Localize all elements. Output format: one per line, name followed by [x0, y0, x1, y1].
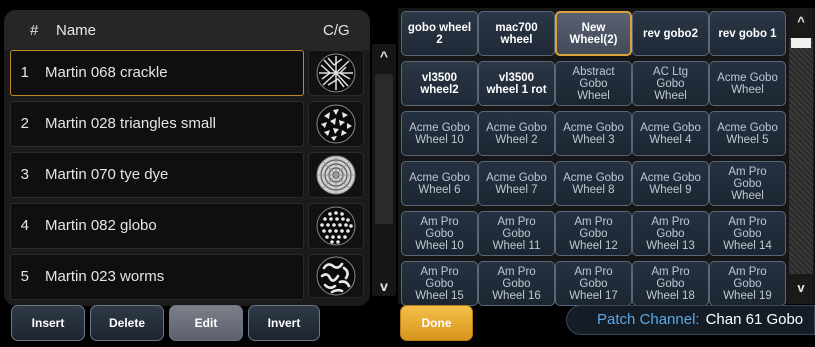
list-header: # Name C/G — [4, 10, 370, 50]
insert-button[interactable]: Insert — [11, 305, 85, 341]
wheel-button[interactable]: vl3500 wheel 1 rot — [478, 61, 555, 106]
list-row-1[interactable]: 1 Martin 068 crackle — [10, 50, 304, 96]
wheel-button[interactable]: rev gobo 1 — [709, 11, 786, 56]
row-number: 3 — [20, 166, 29, 183]
list-scrollbar[interactable]: ^ v — [372, 44, 396, 296]
scroll-up-icon[interactable]: ^ — [372, 48, 396, 64]
wheel-button[interactable]: AC Ltg Gobo Wheel — [632, 61, 709, 106]
patch-channel-value: Chan 61 Gobo — [705, 311, 804, 328]
wheel-button[interactable]: Am Pro Gobo Wheel 11 — [478, 211, 555, 256]
list-row-4[interactable]: 4 Martin 082 globo — [10, 203, 304, 249]
row-name: Martin 028 triangles small — [45, 115, 216, 132]
wheel-button[interactable]: Abstract Gobo Wheel — [555, 61, 632, 106]
row-number: 2 — [20, 115, 29, 132]
wheel-button[interactable]: New Wheel(2) — [555, 11, 632, 56]
wheel-button[interactable]: Am Pro Gobo Wheel 18 — [632, 261, 709, 306]
list-row-2[interactable]: 2 Martin 028 triangles small — [10, 101, 304, 147]
wheel-button[interactable]: Am Pro Gobo Wheel 14 — [709, 211, 786, 256]
row-name: Martin 082 globo — [45, 217, 157, 234]
wheel-button[interactable]: mac700 wheel — [478, 11, 555, 56]
invert-button[interactable]: Invert — [248, 305, 320, 341]
wheel-button[interactable]: Am Pro Gobo Wheel 16 — [478, 261, 555, 306]
wheel-button[interactable]: Acme Gobo Wheel 4 — [632, 111, 709, 156]
scroll-down-icon[interactable]: v — [372, 278, 396, 294]
scroll-thumb[interactable] — [375, 74, 393, 224]
wheel-button[interactable]: Acme Gobo Wheel 9 — [632, 161, 709, 206]
patch-channel-label: Patch Channel: — [597, 311, 700, 328]
edit-button[interactable]: Edit — [169, 305, 243, 341]
wheel-button[interactable]: Acme Gobo Wheel 10 — [401, 111, 478, 156]
list-row-3[interactable]: 3 Martin 070 tye dye — [10, 152, 304, 198]
row-number: 5 — [20, 268, 29, 285]
wheel-button[interactable]: Am Pro Gobo Wheel 19 — [709, 261, 786, 306]
list-row-5[interactable]: 5 Martin 023 worms — [10, 254, 304, 300]
wheel-button[interactable]: Am Pro Gobo Wheel — [709, 161, 786, 206]
wheel-button[interactable]: Am Pro Gobo Wheel 15 — [401, 261, 478, 306]
wheel-button[interactable]: Am Pro Gobo Wheel 12 — [555, 211, 632, 256]
wheel-button[interactable]: Acme Gobo Wheel 2 — [478, 111, 555, 156]
row-number: 1 — [20, 64, 29, 81]
wheel-button[interactable]: Acme Gobo Wheel 8 — [555, 161, 632, 206]
row-number: 4 — [20, 217, 29, 234]
grid-scroll-thumb[interactable] — [791, 38, 811, 48]
row-name: Martin 070 tye dye — [45, 166, 169, 183]
wheel-button[interactable]: Am Pro Gobo Wheel 17 — [555, 261, 632, 306]
wheel-button[interactable]: Acme Gobo Wheel 3 — [555, 111, 632, 156]
wheel-button[interactable]: vl3500 wheel2 — [401, 61, 478, 106]
done-button[interactable]: Done — [400, 305, 473, 341]
wheel-button[interactable]: gobo wheel 2 — [401, 11, 478, 56]
globo-gobo-icon[interactable] — [308, 203, 364, 249]
wheel-button[interactable]: Acme Gobo Wheel 5 — [709, 111, 786, 156]
delete-button[interactable]: Delete — [90, 305, 164, 341]
header-name: Name — [56, 22, 97, 39]
wheel-button[interactable]: Acme Gobo Wheel 7 — [478, 161, 555, 206]
grid-scrollbar[interactable]: ^ v — [789, 8, 813, 304]
tye-dye-gobo-icon[interactable] — [308, 152, 364, 198]
row-name: Martin 023 worms — [45, 268, 165, 285]
worms-gobo-icon[interactable] — [308, 254, 364, 298]
wheel-button[interactable]: Acme Gobo Wheel — [709, 61, 786, 106]
crackle-gobo-icon[interactable] — [308, 50, 364, 96]
wheel-button[interactable]: Am Pro Gobo Wheel 10 — [401, 211, 478, 256]
wheel-button[interactable]: Am Pro Gobo Wheel 13 — [632, 211, 709, 256]
wheel-button[interactable]: Acme Gobo Wheel 6 — [401, 161, 478, 206]
grid-scroll-down-icon[interactable]: v — [789, 274, 813, 304]
patch-channel-display: Patch Channel: Chan 61 Gobo — [566, 305, 815, 335]
triangles-gobo-icon[interactable] — [308, 101, 364, 147]
row-name: Martin 068 crackle — [45, 64, 168, 81]
wheel-button[interactable]: rev gobo2 — [632, 11, 709, 56]
header-number: # — [30, 22, 39, 39]
header-cg: C/G — [323, 22, 350, 39]
grid-scroll-up-icon[interactable]: ^ — [789, 8, 813, 38]
